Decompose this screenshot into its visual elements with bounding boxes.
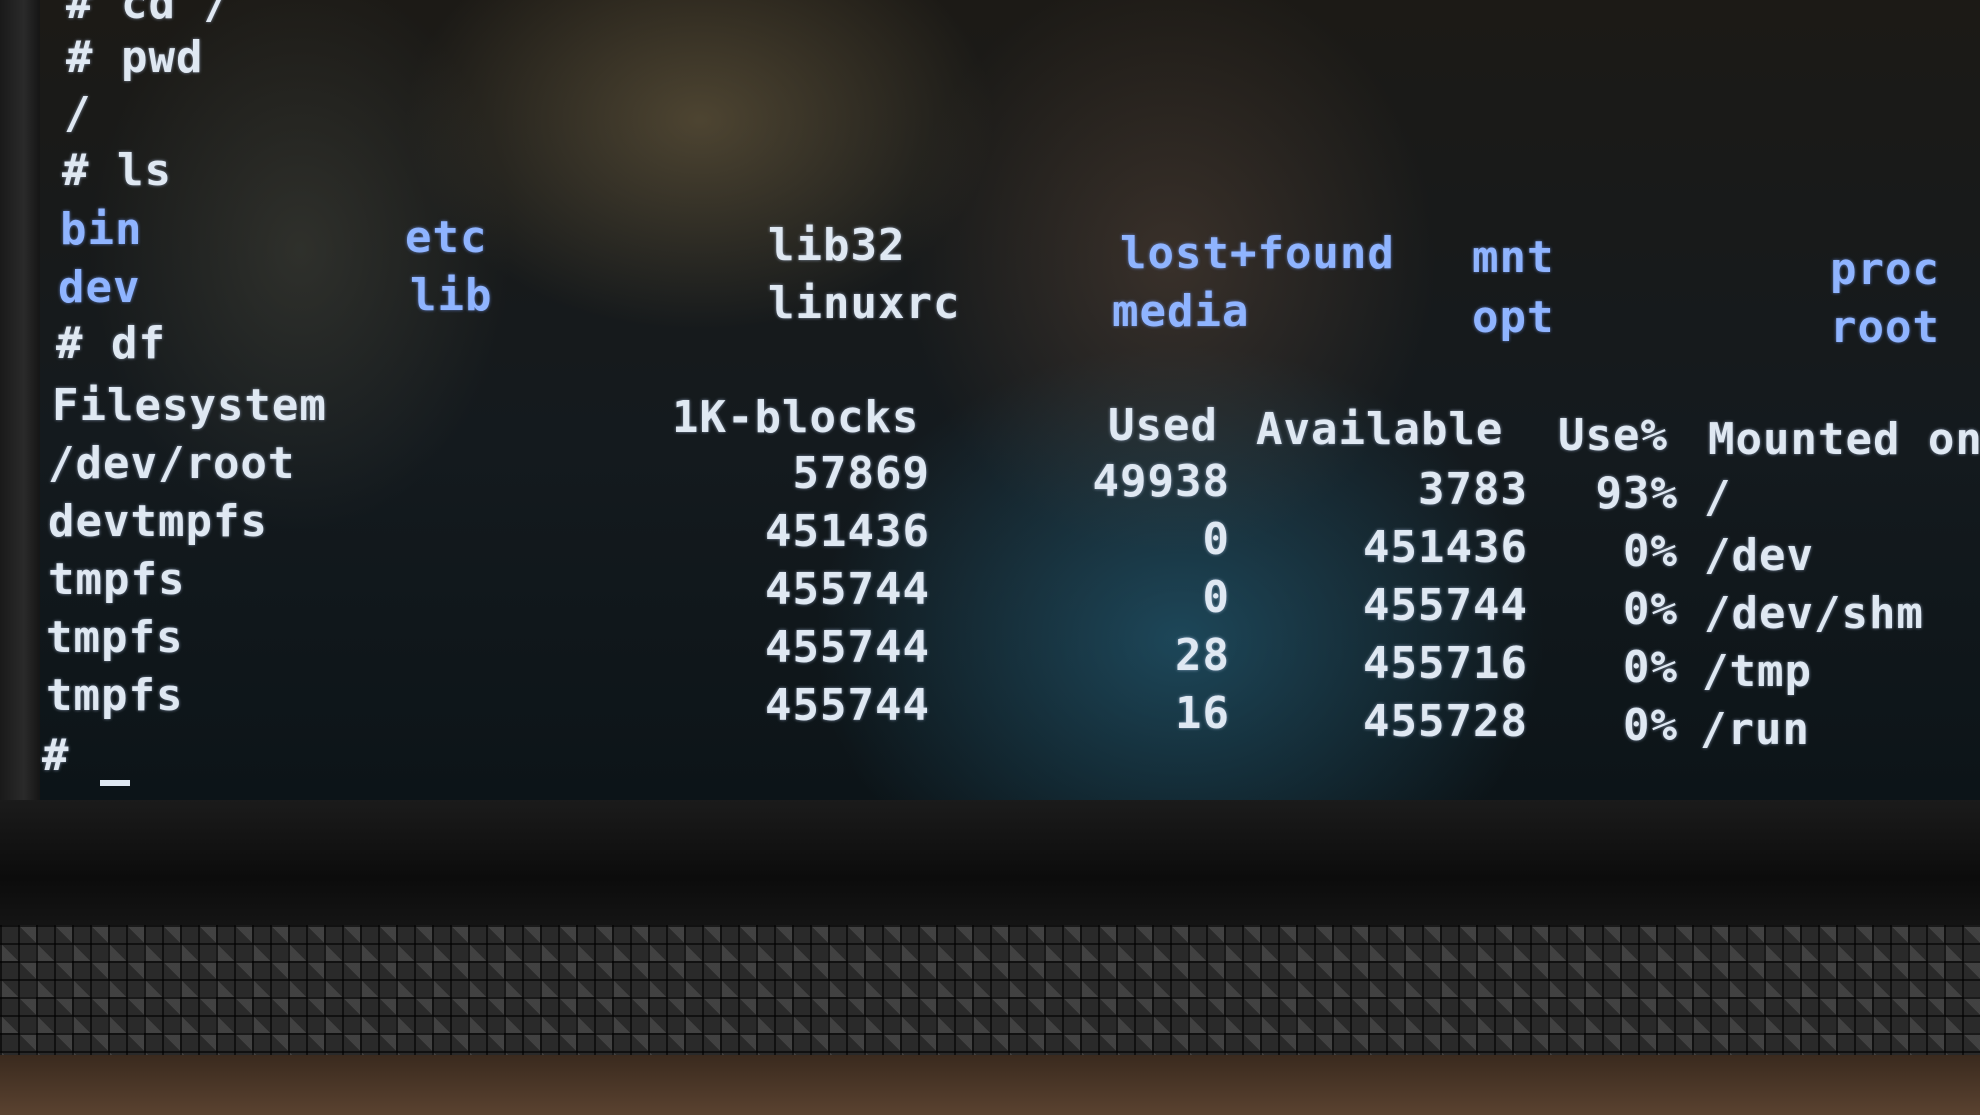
monitor-bezel-bottom [0,800,1980,930]
df-row-blocks: 455744 [765,622,930,673]
df-row-blocks: 57869 [792,448,930,499]
ls-entry-etc: etc [405,212,488,263]
df-header-mounted: Mounted on [1708,414,1980,465]
df-row-filesystem: devtmpfs [48,496,268,547]
df-row-use-pct: 0% [1623,642,1678,693]
df-row-used: 0 [1202,572,1230,623]
df-row-blocks: 455744 [765,680,930,731]
df-row-filesystem: tmpfs [48,554,186,605]
df-header-used: Used [1108,400,1218,451]
df-row-used: 16 [1175,688,1230,739]
df-row-available: 455716 [1363,638,1528,689]
df-row-used: 0 [1202,514,1230,565]
df-header-filesystem: Filesystem [52,380,327,431]
df-row-filesystem: tmpfs [46,670,184,721]
shell-prompt: # [42,730,70,781]
speaker-grille [0,925,1980,1055]
df-row-mounted: /tmp [1702,646,1812,697]
df-row-mounted: /dev [1704,530,1814,581]
ls-entry-media: media [1112,286,1250,337]
df-row-use-pct: 0% [1623,584,1678,635]
monitor-screen: # cd / # pwd / # ls bin etc lib32 lost+f… [0,0,1980,805]
df-row-use-pct: 0% [1623,526,1678,577]
command-line-pwd: # pwd [66,32,204,83]
ls-entry-bin: bin [60,204,143,255]
pwd-output: / [64,88,92,139]
ls-entry-dev: dev [58,262,141,313]
df-row-blocks: 455744 [765,564,930,615]
df-row-used: 49938 [1092,456,1230,507]
command-line-cd: # cd / [66,0,231,29]
df-row-filesystem: tmpfs [46,612,184,663]
command-line-df: # df [56,318,166,369]
df-header-available: Available [1256,404,1504,455]
ls-entry-lib: lib [410,270,493,321]
ls-entry-lost-found: lost+found [1120,228,1395,279]
ls-entry-lib32: lib32 [768,220,906,271]
ls-entry-mnt: mnt [1472,232,1555,283]
ls-entry-proc: proc [1830,244,1940,295]
ls-entry-root: root [1830,302,1940,353]
df-header-blocks: 1K-blocks [672,392,920,443]
ls-entry-opt: opt [1472,292,1555,343]
df-row-mounted: / [1704,472,1732,523]
df-row-available: 3783 [1418,464,1528,515]
command-line-ls: # ls [62,145,172,196]
df-row-available: 451436 [1363,522,1528,573]
df-row-use-pct: 0% [1623,700,1678,751]
df-row-blocks: 451436 [765,506,930,557]
monitor-bezel-left [0,0,40,800]
ls-entry-linuxrc: linuxrc [768,278,961,329]
df-row-available: 455728 [1363,696,1528,747]
df-row-filesystem: /dev/root [48,438,296,489]
df-header-use-pct: Use% [1558,410,1668,461]
df-row-mounted: /run [1700,704,1810,755]
df-row-mounted: /dev/shm [1704,588,1924,639]
df-row-used: 28 [1175,630,1230,681]
text-cursor[interactable] [100,780,130,786]
df-row-use-pct: 93% [1595,468,1678,519]
desk-surface [0,1055,1980,1115]
df-row-available: 455744 [1363,580,1528,631]
